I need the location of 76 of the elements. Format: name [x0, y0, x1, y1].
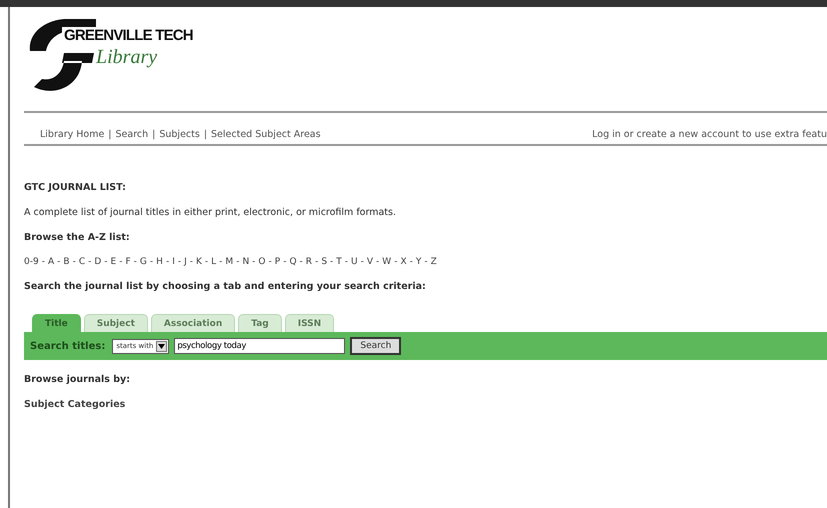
letter-separator: -	[219, 257, 222, 267]
letter-link[interactable]: F	[125, 257, 131, 267]
letter-link[interactable]: O	[258, 257, 266, 267]
letter-link[interactable]: T	[336, 257, 342, 267]
dropdown-arrow-icon	[156, 340, 168, 352]
letter-link[interactable]: R	[306, 257, 312, 267]
letter-link[interactable]: Y	[416, 257, 422, 267]
letter-link[interactable]: G	[140, 257, 147, 267]
letter-separator: -	[104, 257, 108, 267]
letter-separator: -	[204, 257, 208, 267]
letter-separator: -	[72, 257, 76, 267]
letter-link[interactable]: U	[351, 257, 358, 267]
letter-separator: -	[88, 257, 92, 267]
letter-link[interactable]: H	[156, 257, 163, 267]
logo-subtitle: Library	[96, 46, 158, 69]
letter-separator: -	[315, 257, 318, 267]
search-tab[interactable]: Association	[150, 314, 236, 332]
letter-separator: -	[376, 257, 380, 267]
search-field[interactable]: psychology today	[174, 338, 346, 354]
letter-separator: -	[190, 257, 193, 267]
letter-separator: -	[150, 257, 154, 267]
page-heading: GTC JOURNAL LIST:	[24, 182, 127, 193]
search-button[interactable]: Search	[350, 337, 402, 355]
search-tab[interactable]: Tag	[238, 314, 282, 332]
search-label: Search titles:	[30, 340, 106, 352]
letter-link[interactable]: X	[400, 257, 407, 267]
letter-link[interactable]: I	[172, 257, 175, 267]
letter-separator: -	[178, 257, 182, 267]
letter-separator: -	[410, 257, 413, 267]
browse-label: Browse the A-Z list:	[24, 232, 131, 243]
nav-separator: |	[152, 129, 156, 140]
letter-separator: -	[300, 257, 303, 267]
nav-separator: |	[108, 129, 112, 140]
nav-separator: |	[204, 129, 208, 140]
search-tab[interactable]: Subject	[84, 314, 148, 332]
letter-separator: -	[166, 257, 170, 267]
letter-separator: -	[236, 257, 240, 267]
letter-link[interactable]: V	[366, 257, 374, 267]
letter-separator: -	[57, 257, 60, 267]
letter-link[interactable]: E	[110, 257, 116, 267]
letter-link[interactable]: S	[321, 257, 328, 267]
letter-link[interactable]: Q	[289, 257, 297, 267]
letter-separator: -	[119, 257, 122, 267]
letter-separator: -	[424, 257, 428, 267]
letter-separator: -	[283, 257, 286, 267]
letter-separator: -	[268, 257, 272, 267]
nav-link[interactable]: Library Home	[40, 129, 104, 140]
letter-link[interactable]: B	[63, 257, 70, 267]
letter-link[interactable]: 0-9	[24, 257, 39, 267]
letter-separator: -	[394, 257, 398, 267]
letter-separator: -	[134, 257, 137, 267]
letter-link[interactable]: M	[225, 257, 234, 267]
browse-by-label: Browse journals by:	[24, 374, 132, 385]
letter-link[interactable]: C	[78, 257, 86, 267]
letter-link[interactable]: D	[94, 257, 102, 267]
nav-link[interactable]: Selected Subject Areas	[211, 129, 321, 140]
letter-link[interactable]: Z	[430, 257, 437, 267]
search-tab[interactable]: ISSN	[284, 314, 334, 332]
subject-categories-link[interactable]: Subject Categories	[24, 399, 827, 410]
letter-separator: -	[330, 257, 334, 267]
nav-link[interactable]: Search	[116, 129, 148, 140]
letter-separator: -	[344, 257, 348, 267]
nav-link[interactable]: Subjects	[159, 129, 200, 140]
search-instructions: Search the journal list by choosing a tab and entering your search criteria:	[24, 281, 427, 292]
letter-separator: -	[252, 257, 256, 267]
letter-link[interactable]: W	[382, 257, 392, 267]
letter-link[interactable]: L	[211, 257, 216, 267]
letter-separator: -	[42, 257, 45, 267]
letter-link[interactable]: N	[242, 257, 250, 267]
description-text: A complete list of journal titles in either print, electronic, or microfilm formats.	[24, 207, 397, 218]
letter-link[interactable]: J	[184, 257, 187, 267]
letter-link[interactable]: A	[48, 257, 54, 267]
letter-link[interactable]: P	[274, 257, 280, 267]
letter-link[interactable]: K	[196, 257, 202, 267]
login-link[interactable]: Log in or create a new account to use extra featu	[592, 129, 827, 140]
letter-separator: -	[360, 257, 364, 267]
